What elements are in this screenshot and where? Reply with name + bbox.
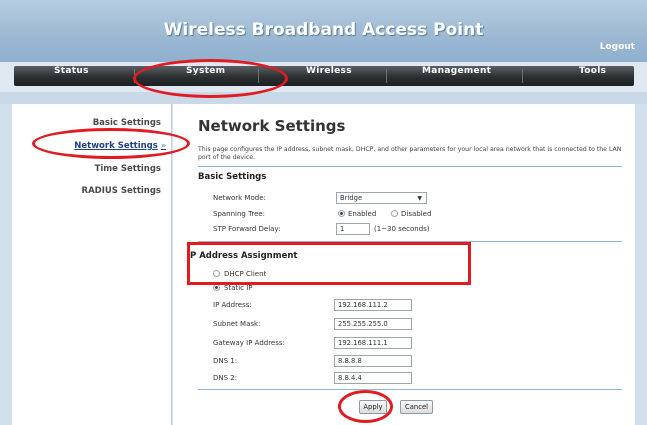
sidebar-item-radius-settings[interactable]: RADIUS Settings (82, 186, 161, 196)
network-mode-label: Network Mode: (213, 194, 266, 202)
spanning-tree-disabled-radio[interactable] (391, 210, 398, 217)
static-ip-radio[interactable] (213, 284, 220, 291)
active-arrow-icon: » (160, 141, 166, 150)
ip-address-label: IP Address: (213, 301, 252, 309)
subnet-mask-label: Subnet Mask: (213, 320, 261, 328)
nav-sub-band (0, 92, 647, 104)
dns2-label: DNS 2: (213, 374, 238, 382)
main-panel: Network Settings This page configures th… (173, 104, 635, 425)
divider (198, 241, 622, 242)
ip-assignment-heading: P Address Assignment (190, 251, 298, 261)
subnet-mask-input[interactable]: 255.255.255.0 (334, 318, 412, 330)
sidebar-item-network-settings[interactable]: Network Settings» (74, 141, 166, 151)
logout-link[interactable]: Logout (600, 42, 635, 52)
network-mode-select[interactable]: Bridge ▼ (336, 192, 427, 204)
router-admin-page: { "header": { "title": "Wireless Broadba… (0, 0, 647, 425)
app-title: Wireless Broadband Access Point (163, 20, 484, 40)
dhcp-client-label: DHCP Client (224, 270, 267, 278)
stp-delay-hint: (1~30 seconds) (374, 225, 430, 233)
stp-delay-label: STP Forward Delay: (213, 225, 281, 233)
enabled-label: Enabled (348, 210, 377, 218)
spanning-tree-label: Spanning Tree: (213, 210, 266, 218)
tab-divider (134, 69, 135, 83)
divider (198, 389, 622, 390)
nav-strip: Status System Wireless Management Tools (14, 66, 634, 86)
dns1-input[interactable]: 8.8.8.8 (334, 355, 412, 367)
gateway-label: Gateway IP Address: (213, 339, 285, 347)
sidebar-item-basic-settings[interactable]: Basic Settings (93, 118, 161, 128)
tab-divider (386, 69, 387, 83)
tab-divider (522, 69, 523, 83)
tab-management[interactable]: Management (422, 66, 491, 86)
tab-system[interactable]: System (186, 66, 225, 86)
ip-address-input[interactable]: 192.168.111.2 (334, 299, 412, 311)
divider (198, 166, 622, 167)
sidebar-item-time-settings[interactable]: Time Settings (95, 164, 161, 174)
spanning-tree-enabled-radio[interactable] (338, 210, 345, 217)
tab-status[interactable]: Status (54, 66, 89, 86)
static-ip-label: Static IP (224, 284, 253, 292)
cancel-button[interactable]: Cancel (400, 400, 433, 414)
network-mode-value: Bridge (340, 194, 363, 202)
stp-delay-input[interactable]: 1 (336, 223, 370, 235)
page-title: Network Settings (198, 117, 346, 135)
tab-divider (258, 69, 259, 83)
header-banner: Wireless Broadband Access Point Logout (0, 0, 647, 62)
dhcp-client-radio[interactable] (213, 270, 220, 277)
dns1-label: DNS 1: (213, 357, 238, 365)
basic-settings-heading: Basic Settings (198, 172, 267, 182)
disabled-label: Disabled (401, 210, 432, 218)
tab-wireless[interactable]: Wireless (306, 66, 352, 86)
dropdown-arrow-icon: ▼ (417, 195, 422, 202)
dns2-input[interactable]: 8.8.4.4 (334, 372, 412, 384)
main-nav: Status System Wireless Management Tools (0, 62, 647, 92)
sidebar-item-label: Network Settings (74, 141, 158, 151)
sidebar: Basic Settings Network Settings» Time Se… (12, 104, 172, 425)
gateway-input[interactable]: 192.168.111.1 (334, 337, 412, 349)
page-description: This page configures the IP address, sub… (198, 146, 622, 161)
apply-button[interactable]: Apply (359, 400, 387, 414)
tab-tools[interactable]: Tools (579, 66, 606, 86)
